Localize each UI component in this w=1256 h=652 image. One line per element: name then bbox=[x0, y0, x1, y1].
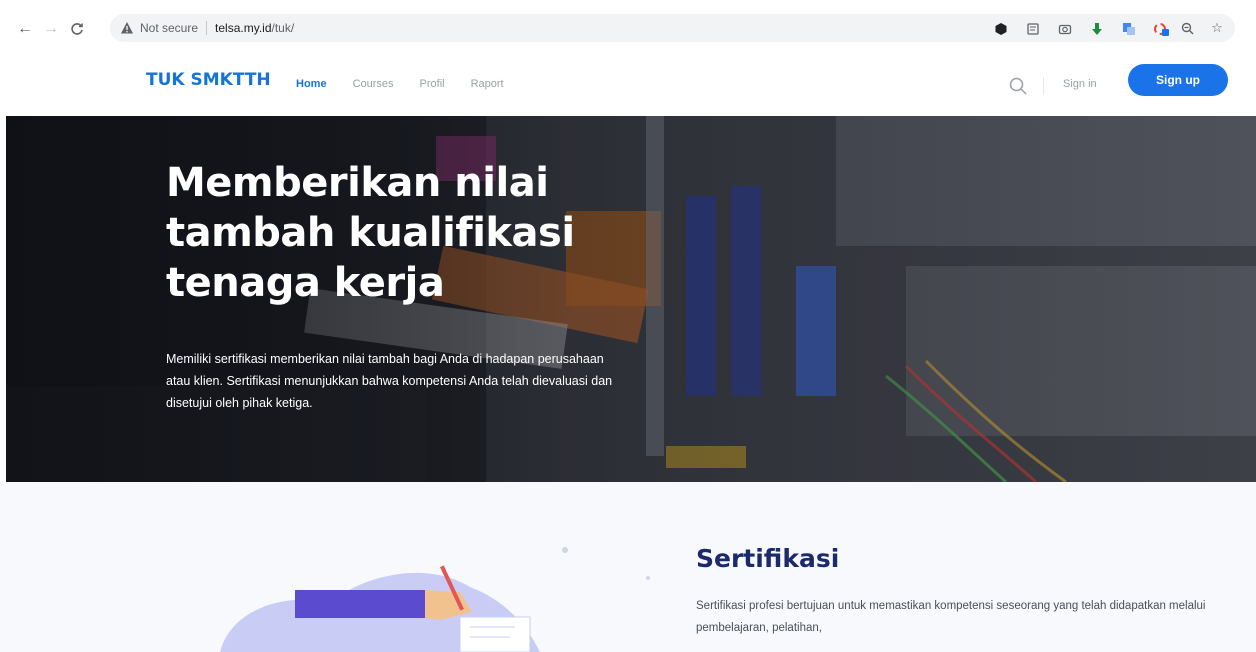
translate-icon[interactable] bbox=[1121, 21, 1137, 37]
brand-logo[interactable]: TUK SMKTTH bbox=[146, 70, 271, 90]
security-label[interactable]: Not secure bbox=[140, 21, 198, 35]
extension-badge-icon[interactable] bbox=[1153, 21, 1169, 37]
certification-section: Sertifikasi Sertifikasi profesi bertujua… bbox=[0, 482, 1256, 652]
star-icon[interactable]: ☆ bbox=[1209, 20, 1225, 36]
url-host: telsa.my.id bbox=[215, 21, 272, 35]
certification-illustration bbox=[220, 547, 650, 652]
warning-icon[interactable] bbox=[120, 21, 134, 35]
url-path: /tuk/ bbox=[271, 21, 295, 35]
signup-button[interactable]: Sign up bbox=[1128, 64, 1228, 96]
browser-toolbar: ← → Not secure telsa.my.id/tuk/ ☆ bbox=[0, 0, 1256, 58]
camera-icon[interactable] bbox=[1057, 21, 1073, 37]
nav-raport[interactable]: Raport bbox=[471, 78, 504, 90]
signin-link[interactable]: Sign in bbox=[1063, 78, 1097, 90]
hero-banner: Memberikan nilai tambah kualifikasi tena… bbox=[6, 116, 1256, 482]
extension-icon[interactable] bbox=[993, 21, 1009, 37]
download-icon[interactable] bbox=[1089, 21, 1105, 37]
reading-list-icon[interactable] bbox=[1025, 21, 1041, 37]
hero-title: Memberikan nilai tambah kualifikasi tena… bbox=[166, 160, 575, 306]
search-icon[interactable] bbox=[1008, 76, 1028, 96]
header-divider bbox=[1043, 77, 1044, 95]
url-text[interactable]: telsa.my.id/tuk/ bbox=[215, 21, 294, 35]
site-header: TUK SMKTTH Home Courses Profil Raport Si… bbox=[0, 58, 1256, 114]
hero-description: Memiliki sertifikasi memberikan nilai ta… bbox=[166, 352, 613, 410]
main-nav: Home Courses Profil Raport bbox=[296, 78, 504, 90]
arrow-right-icon[interactable]: → bbox=[40, 18, 62, 40]
nav-home[interactable]: Home bbox=[296, 78, 327, 90]
zoom-icon[interactable] bbox=[1179, 20, 1195, 36]
section-title: Sertifikasi bbox=[696, 544, 840, 573]
reload-icon[interactable] bbox=[66, 18, 88, 40]
address-separator bbox=[206, 21, 208, 35]
nav-courses[interactable]: Courses bbox=[353, 78, 394, 90]
address-actions: ☆ bbox=[1179, 20, 1225, 36]
nav-profil[interactable]: Profil bbox=[420, 78, 445, 90]
extensions-bar bbox=[995, 21, 1169, 37]
section-description: Sertifikasi profesi bertujuan untuk mema… bbox=[696, 600, 1206, 634]
arrow-left-icon[interactable]: ← bbox=[14, 18, 36, 40]
